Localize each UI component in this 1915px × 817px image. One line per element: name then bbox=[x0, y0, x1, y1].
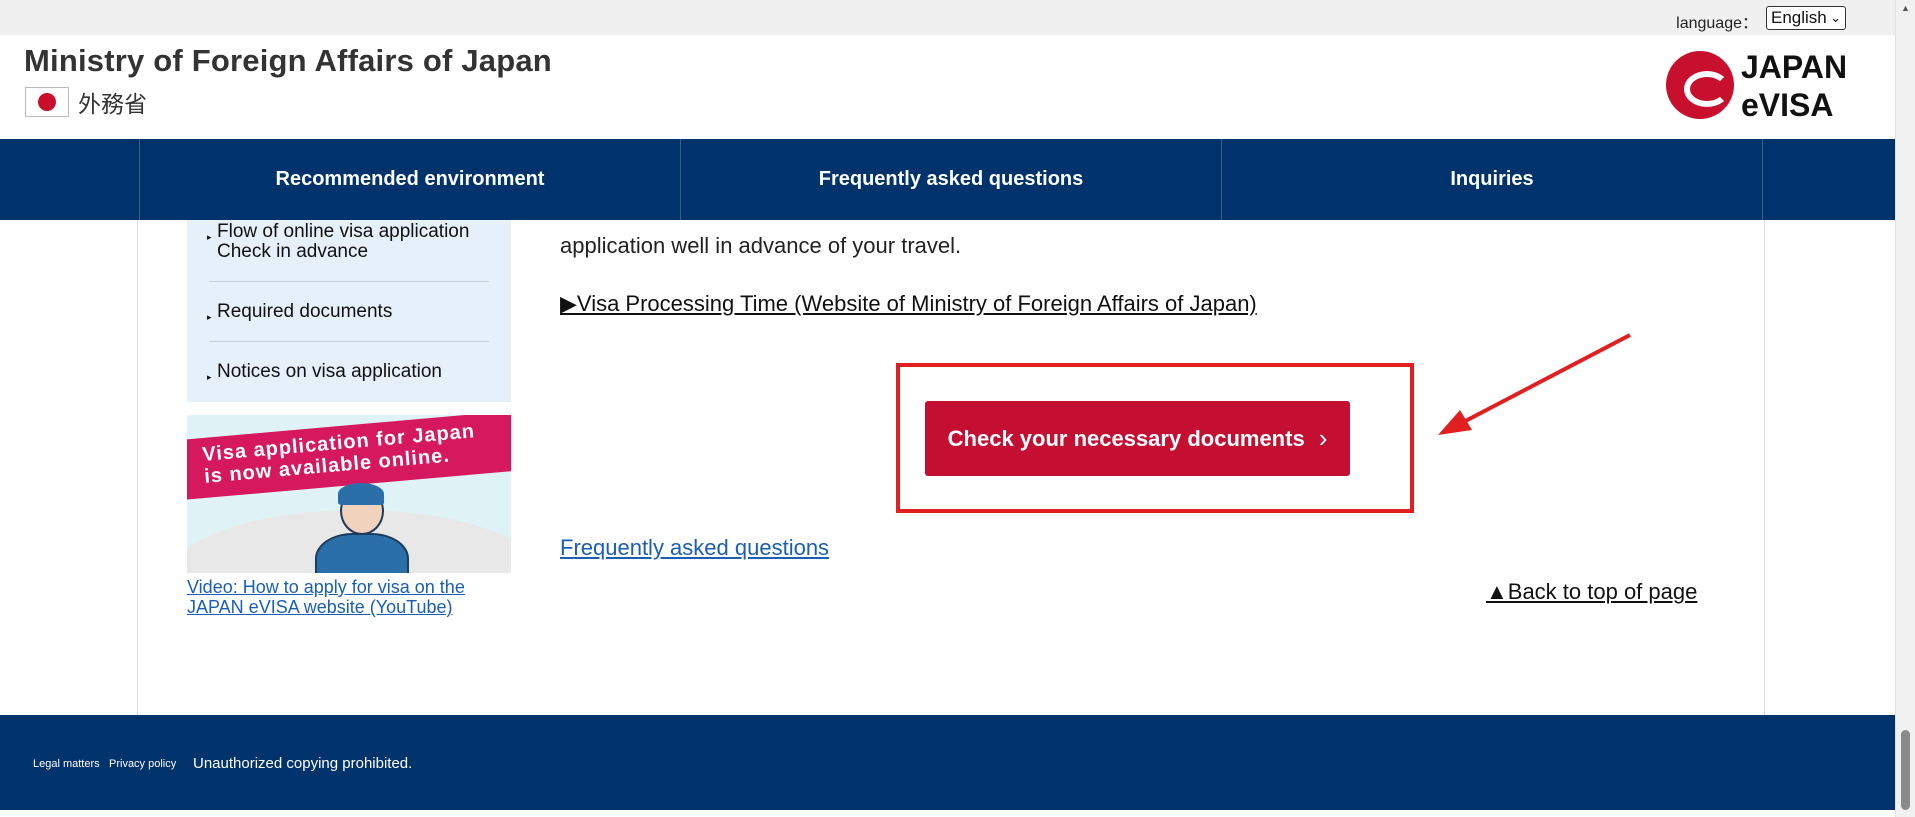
check-documents-label: Check your necessary documents bbox=[947, 425, 1305, 451]
copyright-text: Unauthorized copying prohibited. bbox=[193, 755, 413, 772]
evisa-mark-icon bbox=[1666, 51, 1734, 119]
ministry-japanese-name: 外務省 bbox=[78, 92, 147, 118]
chevron-right-icon: › bbox=[1318, 423, 1328, 453]
sidebar-item-flow[interactable]: ▸ Flow of online visa application Check … bbox=[207, 221, 487, 262]
utility-bar: language： English ⌄ bbox=[0, 0, 1896, 35]
check-documents-button[interactable]: Check your necessary documents › bbox=[925, 401, 1350, 476]
nav-recommended-environment[interactable]: Recommended environment bbox=[139, 139, 680, 220]
language-label: language： bbox=[1676, 15, 1758, 32]
ministry-title: Ministry of Foreign Affairs of Japan bbox=[24, 43, 552, 78]
scrollbar-thumb[interactable] bbox=[1901, 730, 1910, 810]
site-footer: Legal matters Privacy policy Unauthorize… bbox=[0, 715, 1896, 810]
sidebar-item-label: Required documents bbox=[217, 301, 393, 322]
person-hair bbox=[338, 483, 384, 505]
japan-flag-icon bbox=[25, 87, 69, 117]
legal-matters-link[interactable]: Legal matters bbox=[33, 758, 100, 770]
annotation-arrow-icon bbox=[1438, 333, 1631, 435]
sidebar-item-label: Check in advance bbox=[217, 241, 369, 262]
sidebar-item-label: Flow of online visa application bbox=[217, 221, 470, 242]
sidebar-item-label: Notices on visa application bbox=[217, 361, 442, 382]
logo-line1: JAPAN bbox=[1741, 49, 1848, 85]
faq-link[interactable]: Frequently asked questions bbox=[560, 535, 829, 561]
language-select[interactable]: English ⌄ bbox=[1766, 6, 1846, 30]
visa-processing-time-link[interactable]: ▶Visa Processing Time (Website of Minist… bbox=[560, 291, 1257, 317]
scroll-up-icon[interactable]: ▲ bbox=[1901, 3, 1910, 13]
nav-frequently-asked-questions[interactable]: Frequently asked questions bbox=[680, 139, 1221, 220]
site-header: Ministry of Foreign Affairs of Japan 外務省… bbox=[0, 35, 1896, 139]
sidebar-menu: ▸ Flow of online visa application Check … bbox=[187, 220, 511, 402]
triangle-bullet-icon: ▸ bbox=[207, 312, 212, 322]
logo-line2: eVISA bbox=[1741, 87, 1834, 123]
privacy-policy-link[interactable]: Privacy policy bbox=[109, 758, 176, 770]
divider bbox=[209, 341, 489, 342]
back-to-top-link[interactable]: ▲Back to top of page bbox=[1486, 579, 1697, 605]
chevron-down-icon: ⌄ bbox=[1830, 10, 1841, 25]
person-illustration bbox=[315, 533, 409, 573]
triangle-bullet-icon: ▸ bbox=[207, 232, 212, 242]
visa-online-banner[interactable]: Visa application for Japan is now availa… bbox=[187, 415, 511, 573]
japan-evisa-logo[interactable]: JAPAN eVISA bbox=[1666, 49, 1866, 123]
video-link[interactable]: Video: How to apply for visa on the JAPA… bbox=[187, 577, 507, 617]
main-nav: Recommended environment Frequently asked… bbox=[0, 139, 1896, 220]
page-scrollbar[interactable]: ▲ bbox=[1895, 0, 1915, 817]
language-select-value: English bbox=[1771, 8, 1827, 27]
sidebar-item-notices[interactable]: ▸ Notices on visa application bbox=[207, 361, 487, 383]
nav-inquiries[interactable]: Inquiries bbox=[1221, 139, 1763, 220]
sidebar-item-required-documents[interactable]: ▸ Required documents bbox=[207, 301, 487, 323]
body-text: application well in advance of your trav… bbox=[560, 233, 962, 258]
triangle-bullet-icon: ▸ bbox=[207, 372, 212, 382]
divider bbox=[209, 281, 489, 282]
